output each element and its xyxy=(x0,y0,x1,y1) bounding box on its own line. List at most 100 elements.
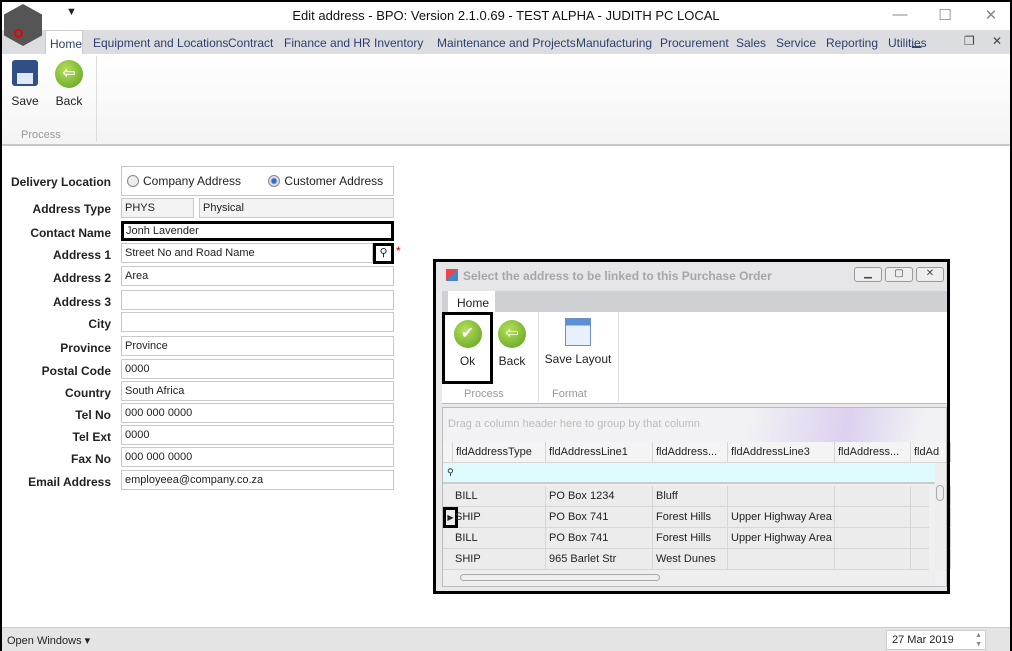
address-1-field[interactable]: Street No and Road Name xyxy=(121,243,373,263)
dialog-minimize-button[interactable]: ▁ xyxy=(854,267,882,282)
tab-sales[interactable]: Sales xyxy=(736,36,766,50)
date-value: 27 Mar 2019 xyxy=(892,634,954,646)
table-cell: Upper Highway Area xyxy=(728,507,835,527)
tab-inventory[interactable]: Inventory xyxy=(374,36,423,50)
ok-button[interactable]: ✔ Ok xyxy=(442,312,493,384)
company-address-radio[interactable]: Company Address xyxy=(127,174,241,188)
tel-no-field[interactable]: 000 000 0000 xyxy=(121,403,394,423)
tel-no-label: Tel No xyxy=(75,408,111,422)
tab-procurement[interactable]: Procurement xyxy=(660,36,729,50)
quick-access-dropdown-icon[interactable]: ▼ xyxy=(66,6,77,18)
address-3-field[interactable] xyxy=(121,290,394,310)
close-button[interactable]: ✕ xyxy=(976,6,1006,24)
group-panel[interactable]: Drag a column header here to group by th… xyxy=(443,408,946,442)
tab-reporting[interactable]: Reporting xyxy=(826,36,878,50)
maximize-button[interactable]: ☐ xyxy=(930,6,960,24)
horizontal-scrollbar[interactable] xyxy=(443,570,935,586)
address-search-button[interactable]: ⚲ xyxy=(373,243,394,264)
address-2-field[interactable]: Area xyxy=(121,266,394,286)
tab-maintenance-and-projects[interactable]: Maintenance and Projects xyxy=(437,36,576,50)
window-title: Edit address - BPO: Version 2.1.0.69 - T… xyxy=(292,8,720,23)
dialog-tab-home[interactable]: Home xyxy=(448,291,495,313)
table-cell xyxy=(728,486,835,506)
tel-ext-label: Tel Ext xyxy=(72,430,111,444)
dialog-close-button[interactable]: ✕ xyxy=(916,267,944,282)
table-row[interactable]: SHIP 965 Barlet Str West Dunes xyxy=(443,549,951,570)
back-label: Back xyxy=(55,94,83,108)
table-cell xyxy=(835,486,911,506)
radio-selected-icon xyxy=(268,175,281,187)
tel-ext-field[interactable]: 0000 xyxy=(121,425,394,445)
column-header[interactable]: fldAddressLine3 xyxy=(728,442,835,462)
tab-finance-and-hr[interactable]: Finance and HR xyxy=(284,36,371,50)
save-layout-button[interactable]: Save Layout xyxy=(542,318,614,366)
postal-code-field[interactable]: 0000 xyxy=(121,359,394,379)
delivery-location-label: Delivery Location xyxy=(10,175,111,189)
mdi-restore-icon[interactable]: ❐ xyxy=(964,34,975,48)
title-bar: Edit address - BPO: Version 2.1.0.69 - T… xyxy=(2,2,1010,30)
ribbon-tabs: ▁ ❐ ✕ Equipment and Locations Contract Fin… xyxy=(2,30,1010,54)
auto-filter-row[interactable]: ⚲ xyxy=(443,463,938,484)
open-windows-button[interactable]: Open Windows ▾ xyxy=(7,634,90,647)
process-group-label: Process xyxy=(464,388,504,400)
table-cell xyxy=(728,549,835,569)
dialog-title-bar: Select the address to be linked to this … xyxy=(436,262,947,291)
address-type-name-field: Physical xyxy=(199,198,394,218)
table-cell: SHIP xyxy=(452,549,546,569)
date-field[interactable]: 27 Mar 2019 ▲ ▼ xyxy=(886,630,986,650)
contact-name-field[interactable]: Jonh Lavender xyxy=(121,221,394,241)
table-cell xyxy=(835,528,911,548)
column-header[interactable]: fldAddressLine1 xyxy=(546,442,653,462)
table-cell: PO Box 741 xyxy=(546,507,653,527)
column-header[interactable]: fldAd xyxy=(911,442,951,462)
dialog-app-icon xyxy=(446,269,458,281)
column-header[interactable]: fldAddress... xyxy=(835,442,911,462)
checkmark-icon: ✔ xyxy=(453,320,482,348)
tab-utilities[interactable]: Utilities xyxy=(888,36,927,50)
tab-contract[interactable]: Contract xyxy=(228,36,273,50)
email-address-field[interactable]: employeea@company.co.za xyxy=(121,470,394,490)
fax-no-field[interactable]: 000 000 0000 xyxy=(121,447,394,467)
delivery-location-radio-group: Company Address Customer Address xyxy=(121,166,394,196)
table-cell xyxy=(835,549,911,569)
back-button[interactable]: ⇦ Back xyxy=(52,60,86,108)
tab-home[interactable]: Home xyxy=(45,30,83,55)
country-field[interactable]: South Africa xyxy=(121,381,394,401)
table-cell: West Dunes xyxy=(653,549,728,569)
address-3-label: Address 3 xyxy=(52,295,111,309)
table-wrench-icon xyxy=(565,318,591,346)
province-label: Province xyxy=(60,341,111,355)
search-icon: ⚲ xyxy=(379,247,388,259)
column-header[interactable]: fldAddress... xyxy=(653,442,728,462)
company-address-label: Company Address xyxy=(143,174,242,188)
city-field[interactable] xyxy=(121,312,394,332)
province-field[interactable]: Province xyxy=(121,336,394,356)
table-row[interactable]: BILL PO Box 1234 Bluff xyxy=(443,486,951,507)
format-group-label: Format xyxy=(552,388,587,400)
tab-service[interactable]: Service xyxy=(776,36,816,50)
tab-equipment-and-locations[interactable]: Equipment and Locations xyxy=(93,36,228,50)
mdi-close-icon[interactable]: ✕ xyxy=(992,34,1002,48)
customer-address-label: Customer Address xyxy=(284,174,384,188)
contact-name-label: Contact Name xyxy=(30,226,111,240)
column-header[interactable]: fldAddressType xyxy=(452,442,546,462)
vertical-scrollbar[interactable] xyxy=(935,463,946,570)
table-cell: SHIP xyxy=(452,507,546,527)
required-indicator: * xyxy=(396,244,401,258)
save-button[interactable]: Save xyxy=(8,60,42,108)
table-row[interactable]: ▶ SHIP PO Box 741 Forest Hills Upper Highway… xyxy=(443,507,951,528)
table-cell: Forest Hills xyxy=(653,528,728,548)
table-row[interactable]: BILL PO Box 741 Forest Hills Upper Highway … xyxy=(443,528,951,549)
country-label: Country xyxy=(65,386,111,400)
spin-icon[interactable]: ▲ ▼ xyxy=(975,631,982,649)
minimize-button[interactable]: — xyxy=(885,6,915,23)
address-grid: Drag a column header here to group by th… xyxy=(442,407,951,587)
save-layout-label: Save Layout xyxy=(544,352,612,366)
address-type-code-field[interactable]: PHYS xyxy=(121,198,194,218)
address-2-label: Address 2 xyxy=(52,271,111,285)
tab-manufacturing[interactable]: Manufacturing xyxy=(576,36,652,50)
customer-address-radio[interactable]: Customer Address xyxy=(268,174,383,188)
dialog-back-button[interactable]: ⇦ Back xyxy=(496,320,528,368)
back-arrow-icon: ⇦ xyxy=(55,60,83,88)
dialog-maximize-button[interactable]: ▢ xyxy=(885,267,913,282)
